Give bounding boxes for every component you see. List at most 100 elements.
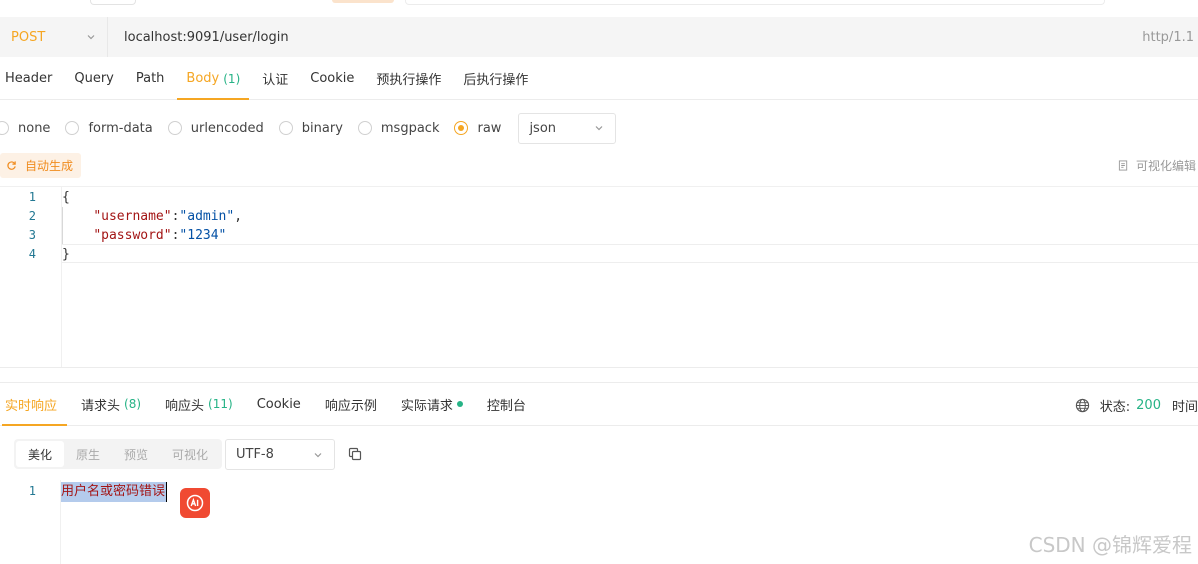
tab-label: 响应头 xyxy=(165,398,205,414)
tab-query[interactable]: Query xyxy=(63,58,125,99)
tab-post-request[interactable]: 后执行操作 xyxy=(452,58,539,99)
visual-edit-label: 可视化编辑 xyxy=(1135,159,1196,173)
view-mode-preview[interactable]: 预览 xyxy=(112,441,160,467)
line-number: 2 xyxy=(28,209,36,223)
radio-raw[interactable]: raw xyxy=(454,121,501,136)
tab-pre-request[interactable]: 预执行操作 xyxy=(365,58,452,99)
toolbar-input-partial[interactable] xyxy=(405,0,1105,5)
line-number: 1 xyxy=(28,484,36,498)
json-value: "1234" xyxy=(179,228,227,243)
tab-console[interactable]: 控制台 xyxy=(475,383,538,425)
view-mode-pretty[interactable]: 美化 xyxy=(16,441,65,467)
view-mode-raw[interactable]: 原生 xyxy=(64,441,112,467)
encoding-value: UTF-8 xyxy=(236,447,274,462)
tab-label: Header xyxy=(5,71,53,86)
tab-actual-request[interactable]: 实际请求 xyxy=(389,383,475,425)
radio-binary[interactable]: binary xyxy=(278,120,343,136)
toolbar-accent-partial xyxy=(332,0,394,3)
json-key: "username" xyxy=(93,209,172,224)
tab-label: Body xyxy=(186,71,220,86)
json-sep: , xyxy=(234,209,243,224)
time-label: 时间 xyxy=(1171,399,1198,415)
radio-label: urlencoded xyxy=(190,120,264,136)
tab-path[interactable]: Path xyxy=(125,58,176,99)
tab-label: Cookie xyxy=(256,396,301,412)
tab-response-cookie[interactable]: Cookie xyxy=(245,383,313,425)
radio-form-data[interactable]: form-data xyxy=(65,120,153,136)
code-text: { xyxy=(62,190,70,205)
tab-auth[interactable]: 认证 xyxy=(251,58,299,99)
request-url-bar: POST localhost:9091/user/login http/1.1 xyxy=(0,17,1198,57)
radio-circle[interactable] xyxy=(454,121,469,135)
auto-generate-button[interactable]: 自动生成 xyxy=(0,153,82,178)
visual-edit-button[interactable]: 可视化编辑 xyxy=(1118,157,1196,174)
tab-cookie[interactable]: Cookie xyxy=(299,58,365,99)
code-text: "username":"admin", xyxy=(62,207,242,226)
response-status: 状态: 200 时间 xyxy=(1075,383,1198,427)
protocol-label[interactable]: http/1.1 xyxy=(1142,30,1194,45)
radio-circle[interactable] xyxy=(0,121,9,135)
code-line: 1 { xyxy=(0,188,1198,207)
tab-label: 控制台 xyxy=(486,398,526,414)
tab-label: 实际请求 xyxy=(400,398,453,414)
code-line: 3 "password":"1234" xyxy=(0,226,1198,245)
ai-assistant-icon[interactable] xyxy=(180,488,210,518)
edit-doc-icon xyxy=(1118,160,1128,171)
radio-urlencoded[interactable]: urlencoded xyxy=(167,120,264,136)
tab-response-example[interactable]: 响应示例 xyxy=(313,383,389,425)
radio-circle[interactable] xyxy=(65,121,80,135)
tab-header[interactable]: Header xyxy=(0,58,63,99)
tab-label: 预执行操作 xyxy=(376,73,442,88)
radio-label: none xyxy=(18,120,51,136)
tab-request-headers[interactable]: 请求头 (8) xyxy=(69,383,153,425)
code-line: 4 } xyxy=(0,245,1198,264)
body-code-editor[interactable]: 1 { 2 "username":"admin", 3 "password":"… xyxy=(0,186,1198,368)
encoding-select[interactable]: UTF-8 xyxy=(225,439,335,470)
body-type-radios: none form-data urlencoded binary msgpack… xyxy=(0,112,617,144)
ai-glyph-icon xyxy=(186,494,204,512)
refresh-icon xyxy=(7,161,16,170)
request-tabs: Header Query Path Body (1) 认证 Cookie 预执行操… xyxy=(0,58,1198,100)
response-text-selected[interactable]: 用户名或密码错误 xyxy=(61,482,168,502)
tab-response-headers[interactable]: 响应头 (11) xyxy=(153,383,245,425)
toolbar-button-partial[interactable] xyxy=(90,0,136,5)
auto-generate-label: 自动生成 xyxy=(25,159,74,173)
tab-label: 认证 xyxy=(262,73,289,88)
radio-label: binary xyxy=(301,120,343,136)
tab-label: Query xyxy=(74,71,114,86)
radio-circle[interactable] xyxy=(357,121,372,135)
raw-format-select[interactable]: json xyxy=(518,112,617,144)
url-input[interactable]: localhost:9091/user/login xyxy=(124,30,1142,45)
line-number: 3 xyxy=(28,228,36,242)
tab-label: 请求头 xyxy=(81,398,121,414)
radio-none[interactable]: none xyxy=(0,121,50,136)
code-text: } xyxy=(62,247,70,262)
radio-circle[interactable] xyxy=(167,121,182,135)
tab-label: 后执行操作 xyxy=(463,73,529,88)
copy-icon[interactable] xyxy=(347,446,363,462)
status-code: 200 xyxy=(1136,397,1161,413)
tab-live-response[interactable]: 实时响应 xyxy=(0,383,69,426)
view-mode-visualize[interactable]: 可视化 xyxy=(160,441,220,467)
tab-count: (11) xyxy=(208,397,233,411)
radio-label: form-data xyxy=(88,120,153,136)
chevron-down-icon xyxy=(314,452,322,457)
code-line: 2 "username":"admin", xyxy=(0,207,1198,226)
radio-circle[interactable] xyxy=(278,121,293,135)
method-label: POST xyxy=(11,29,46,45)
json-value: "admin" xyxy=(179,209,235,224)
code-text: "password":"1234" xyxy=(62,226,226,245)
status-dot xyxy=(456,401,463,407)
globe-icon[interactable] xyxy=(1075,398,1090,413)
raw-format-value: json xyxy=(529,120,557,136)
tab-label: Cookie xyxy=(310,71,355,86)
response-tabs: 实时响应 请求头 (8) 响应头 (11) Cookie 响应示例 实际请求 控制台… xyxy=(0,382,1198,426)
tab-label: 响应示例 xyxy=(324,398,377,414)
method-select[interactable]: POST xyxy=(0,17,108,57)
radio-msgpack[interactable]: msgpack xyxy=(357,121,439,136)
tab-body[interactable]: Body (1) xyxy=(175,58,251,100)
chevron-down-icon xyxy=(596,126,603,131)
line-number: 1 xyxy=(28,190,36,204)
response-gutter: 1 xyxy=(0,480,61,564)
chevron-down-icon xyxy=(87,35,95,40)
